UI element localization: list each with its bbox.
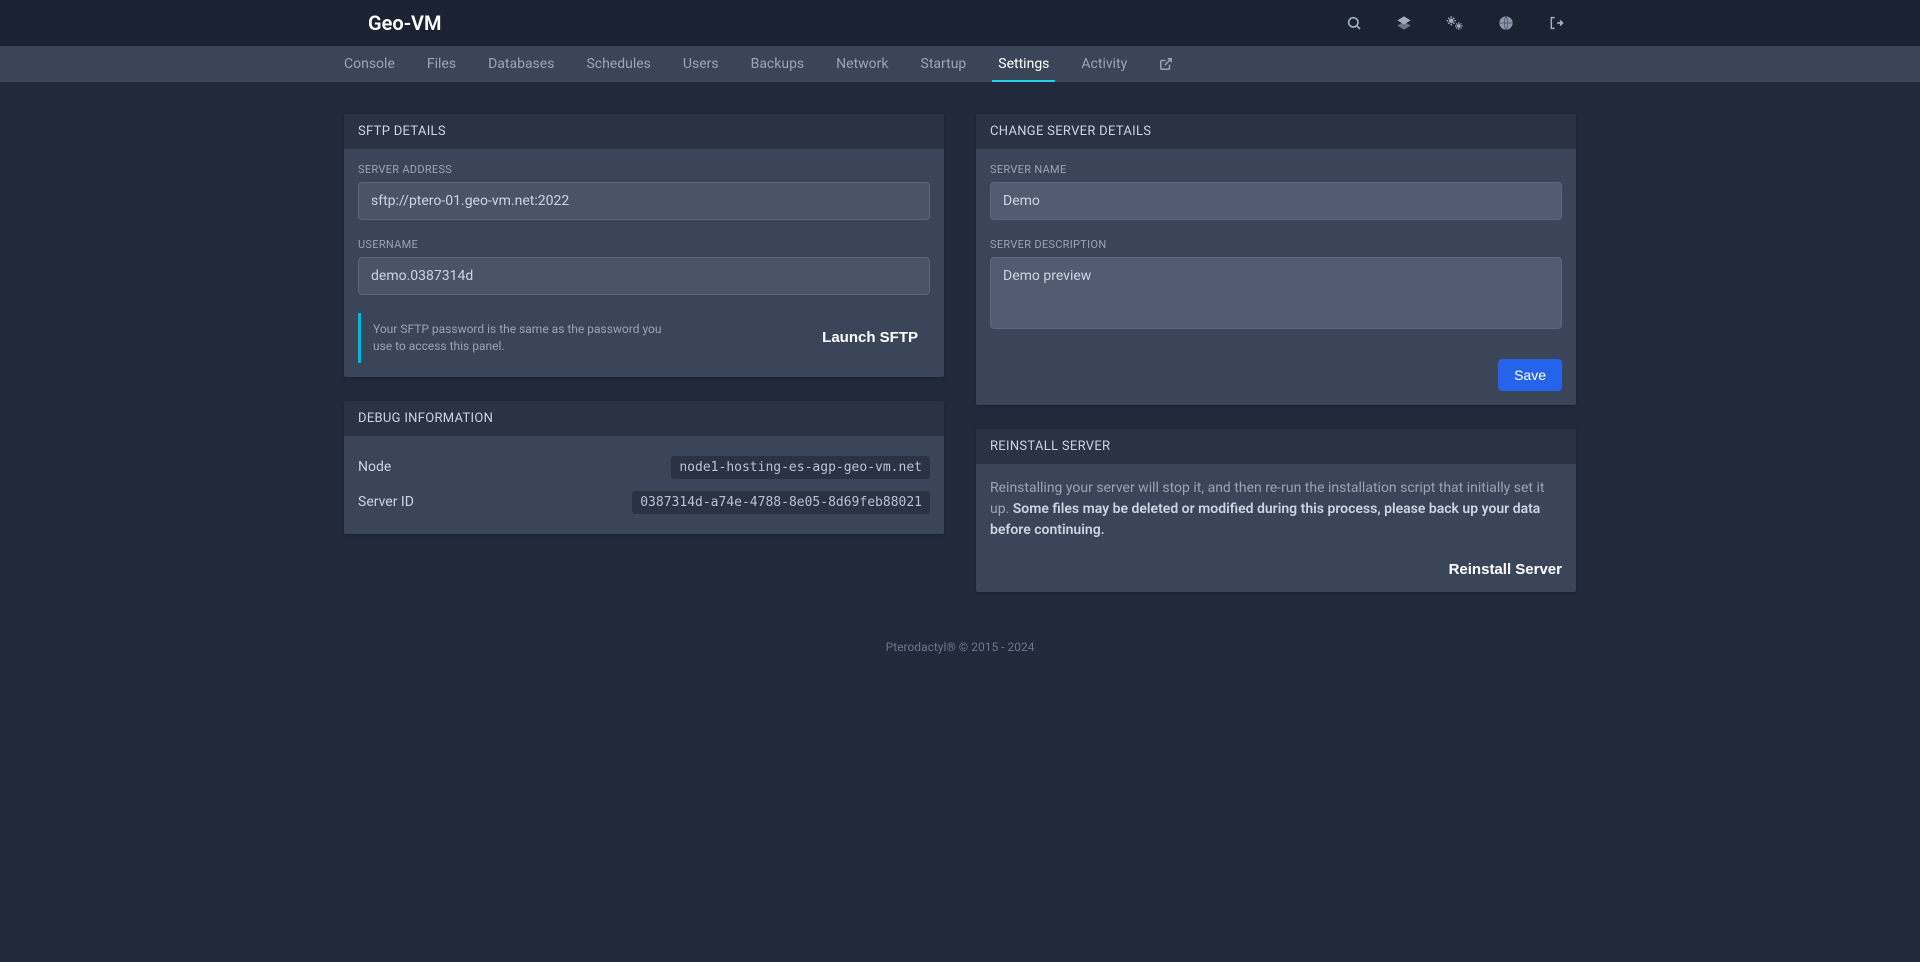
sftp-note: Your SFTP password is the same as the pa… <box>373 321 673 355</box>
server-address-label: SERVER ADDRESS <box>358 163 930 176</box>
globe-icon[interactable] <box>1498 15 1514 31</box>
debug-serverid-value[interactable]: 0387314d-a74e-4788-8e05-8d69feb88021 <box>632 491 930 514</box>
gears-icon[interactable] <box>1446 15 1464 31</box>
nav-schedules[interactable]: Schedules <box>586 48 650 80</box>
change-server-card: CHANGE SERVER DETAILS SERVER NAME SERVER… <box>976 114 1576 405</box>
nav-databases[interactable]: Databases <box>488 48 554 80</box>
server-name-label: SERVER NAME <box>990 163 1562 176</box>
logout-icon[interactable] <box>1548 15 1564 31</box>
nav-startup[interactable]: Startup <box>921 48 967 80</box>
save-button[interactable]: Save <box>1498 359 1562 391</box>
server-address-input[interactable] <box>358 182 930 220</box>
nav-users[interactable]: Users <box>683 48 719 80</box>
sftp-card-title: SFTP DETAILS <box>344 114 944 149</box>
subnav: Console Files Databases Schedules Users … <box>324 46 1596 82</box>
server-name-input[interactable] <box>990 182 1562 220</box>
reinstall-card: REINSTALL SERVER Reinstalling your serve… <box>976 429 1576 592</box>
nav-settings[interactable]: Settings <box>998 48 1049 80</box>
nav-files[interactable]: Files <box>427 48 456 80</box>
debug-node-label: Node <box>358 459 391 475</box>
debug-row-serverid: Server ID 0387314d-a74e-4788-8e05-8d69fe… <box>358 485 930 520</box>
sftp-details-card: SFTP DETAILS SERVER ADDRESS USERNAME You… <box>344 114 944 377</box>
footer-text: Pterodactyl® © 2015 - 2024 <box>0 624 1920 670</box>
debug-info-card: DEBUG INFORMATION Node node1-hosting-es-… <box>344 401 944 534</box>
reinstall-description: Reinstalling your server will stop it, a… <box>990 478 1562 541</box>
layers-icon[interactable] <box>1396 15 1412 31</box>
debug-serverid-label: Server ID <box>358 494 414 510</box>
nav-console[interactable]: Console <box>344 48 395 80</box>
nav-activity[interactable]: Activity <box>1081 48 1127 80</box>
change-card-title: CHANGE SERVER DETAILS <box>976 114 1576 149</box>
reinstall-server-button[interactable]: Reinstall Server <box>1449 561 1562 578</box>
debug-card-title: DEBUG INFORMATION <box>344 401 944 436</box>
username-input[interactable] <box>358 257 930 295</box>
nav-backups[interactable]: Backups <box>751 48 805 80</box>
debug-node-value[interactable]: node1-hosting-es-agp-geo-vm.net <box>671 456 930 479</box>
launch-sftp-button[interactable]: Launch SFTP <box>822 329 918 346</box>
nav-network[interactable]: Network <box>836 48 888 80</box>
debug-row-node: Node node1-hosting-es-agp-geo-vm.net <box>358 450 930 485</box>
brand-title[interactable]: Geo-VM <box>368 11 442 35</box>
server-description-label: SERVER DESCRIPTION <box>990 238 1562 251</box>
search-icon[interactable] <box>1346 15 1362 31</box>
external-link-icon[interactable] <box>1159 49 1173 79</box>
server-description-input[interactable] <box>990 257 1562 329</box>
reinstall-text-warning: Some files may be deleted or modified du… <box>990 501 1540 538</box>
username-label: USERNAME <box>358 238 930 251</box>
reinstall-card-title: REINSTALL SERVER <box>976 429 1576 464</box>
